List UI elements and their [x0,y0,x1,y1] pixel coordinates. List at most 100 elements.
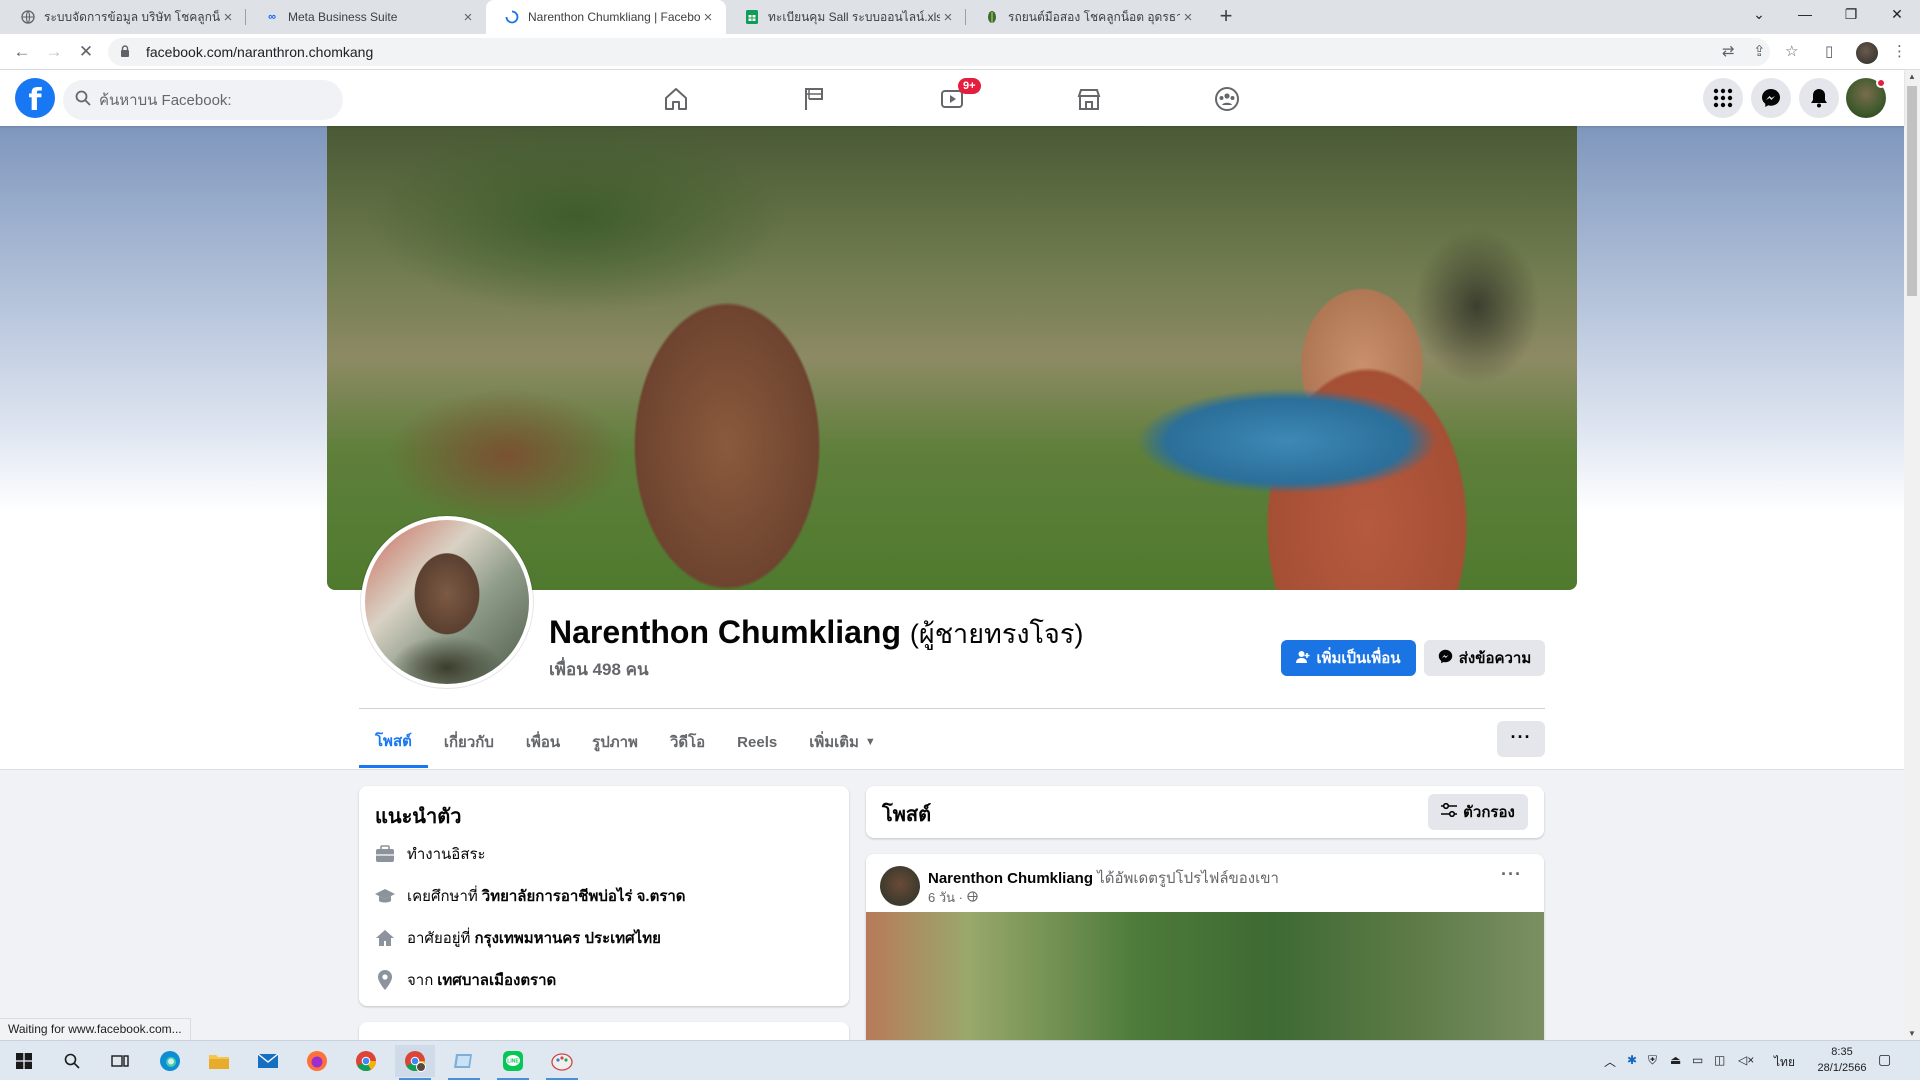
display-icon[interactable]: ▭ [1692,1053,1703,1067]
search-icon[interactable] [52,1045,92,1077]
post-author[interactable]: Narenthon Chumkliang [928,870,1093,887]
intro-item-text: จาก [407,972,434,989]
input-language[interactable]: ไทย [1774,1053,1795,1072]
browser-tab-2[interactable]: ∞ Meta Business Suite × [246,0,486,34]
browser-tab-1[interactable]: ระบบจัดการข้อมูล บริษัท โชคลูกน็อต × [2,0,246,34]
forward-icon[interactable]: → [42,40,66,64]
side-panel-icon[interactable]: ▯ [1825,42,1833,60]
tab-posts[interactable]: โพสต์ [359,716,428,768]
tab-about[interactable]: เกี่ยวกับ [428,716,510,768]
add-friend-button[interactable]: เพิ่มเป็นเพื่อน [1281,640,1416,676]
intro-item-text: เคยศึกษาที่ [407,888,478,905]
cover-photo[interactable] [327,126,1577,590]
post-options-button[interactable]: ··· [1501,864,1522,885]
nav-pages[interactable] [758,78,870,120]
filter-label: ตัวกรอง [1463,804,1515,821]
notifications-button[interactable] [1799,78,1839,118]
post-header: Narenthon Chumkliang ได้อัพเดตรูปโปรไฟล์… [928,866,1279,890]
restore-button[interactable]: ❐ [1828,0,1874,30]
tab-title: ระบบจัดการข้อมูล บริษัท โชคลูกน็อต [44,9,220,24]
browser-tab-3-active[interactable]: Narenthon Chumkliang | Facebook × [486,0,726,34]
chrome-profile-icon[interactable] [395,1045,435,1080]
scroll-down-arrow-icon[interactable]: ▼ [1908,1029,1916,1038]
bookmark-star-icon[interactable]: ☆ [1785,42,1798,60]
profile-more-options-button[interactable]: ··· [1497,721,1545,757]
post-action: ได้อัพเดตรูปโปรไฟล์ของเขา [1097,870,1279,887]
browser-tab-4[interactable]: ทะเบียนคุม Sall ระบบออนไลน์.xlsx - G × [726,0,966,34]
notification-dot [1876,78,1886,88]
windows-start-icon[interactable] [4,1045,44,1077]
tab-title: Narenthon Chumkliang | Facebook [528,10,700,24]
post-time[interactable]: 6 วัน · [928,890,963,905]
post-author-avatar[interactable] [880,866,920,906]
tab-title: ทะเบียนคุม Sall ระบบออนไลน์.xlsx - G [768,9,940,24]
share-icon[interactable]: ⇪ [1753,42,1766,60]
close-tab-icon[interactable]: × [460,9,476,26]
intro-item-link[interactable]: วิทยาลัยการอาชีพบ่อไร่ จ.ตราด [482,884,686,908]
close-tab-icon[interactable]: × [1180,9,1196,26]
intro-item-link[interactable]: เทศบาลเมืองตราด [437,968,556,992]
minimize-button[interactable]: — [1782,0,1828,30]
browser-profile-avatar[interactable] [1856,42,1878,64]
filter-button[interactable]: ตัวกรอง [1428,794,1528,830]
search-input[interactable] [99,91,319,109]
security-icon[interactable]: ⛨ [1648,1053,1657,1068]
back-icon[interactable]: ← [10,40,34,64]
intro-item-education: เคยศึกษาที่ วิทยาลัยการอาชีพบ่อไร่ จ.ตรา… [375,884,686,908]
facebook-logo[interactable]: f [15,78,55,118]
notification-center-icon[interactable]: ▢ [1878,1051,1891,1068]
bluetooth-icon[interactable]: ✱ [1627,1053,1637,1067]
scroll-up-arrow-icon[interactable]: ▲ [1908,72,1916,81]
line-icon[interactable]: LINE [493,1045,533,1080]
edge-icon[interactable] [150,1045,190,1077]
network-icon[interactable]: ◫ [1714,1053,1725,1067]
tab-reels[interactable]: Reels [721,716,793,768]
close-tab-icon[interactable]: × [700,9,716,26]
facebook-search[interactable] [63,80,343,120]
usb-icon[interactable]: ⏏ [1670,1053,1681,1067]
file-explorer-icon[interactable] [199,1045,239,1077]
nav-home[interactable] [620,78,732,120]
messenger-button[interactable] [1751,78,1791,118]
facebook-top-bar: f 9+ [0,70,1904,126]
tab-friends[interactable]: เพื่อน [510,716,576,768]
browser-menu-icon[interactable]: ⋮ [1892,42,1907,60]
intro-item-work: ทำงานอิสระ [375,842,486,866]
tab-more[interactable]: เพิ่มเติม ▼ [793,716,892,768]
paint-icon[interactable] [542,1045,582,1080]
firefox-icon[interactable] [297,1045,337,1077]
translate-icon[interactable]: ⇄ [1722,42,1735,60]
nav-groups[interactable] [1171,78,1283,120]
taskbar-clock[interactable]: 8:35 28/1/2566 [1812,1044,1872,1076]
page-scrollbar[interactable]: ▲ ▼ [1904,70,1920,1040]
app-window-icon[interactable] [444,1045,484,1080]
intro-item-link[interactable]: กรุงเทพมหานคร ประเทศไทย [474,926,660,950]
add-friend-icon [1296,650,1310,667]
nav-watch[interactable]: 9+ [896,78,1008,120]
home-icon [665,88,687,110]
browser-tab-5[interactable]: รถยนต์มือสอง โชคลูกน็อต อุดรธานี × [966,0,1206,34]
tab-videos[interactable]: วิดีโอ [654,716,721,768]
tab-search-icon[interactable]: ⌄ [1736,0,1782,30]
menu-button[interactable] [1703,78,1743,118]
close-tab-icon[interactable]: × [220,9,236,26]
stop-loading-icon[interactable]: ✕ [74,40,98,64]
chrome-icon[interactable] [346,1045,386,1077]
volume-icon[interactable]: ◁× [1738,1053,1754,1067]
address-bar[interactable]: facebook.com/naranthron.chomkang [108,38,1770,66]
mail-icon[interactable] [248,1045,288,1077]
message-button[interactable]: ส่งข้อความ [1424,640,1545,676]
new-tab-button[interactable]: + [1213,4,1239,30]
nav-marketplace[interactable] [1033,78,1145,120]
task-view-icon[interactable] [100,1045,140,1077]
tab-photos[interactable]: รูปภาพ [576,716,654,768]
close-tab-icon[interactable]: × [940,9,956,26]
tab-title: Meta Business Suite [288,10,398,24]
profile-name-text: Narenthon Chumkliang [549,614,902,650]
lock-icon[interactable] [120,44,136,60]
friends-count[interactable]: เพื่อน 498 คน [549,656,649,683]
profile-name: Narenthon Chumkliang (ผู้ชายทรงโจร) [549,612,1083,655]
tray-overflow-icon[interactable]: ︿ [1604,1053,1616,1070]
scrollbar-thumb[interactable] [1907,86,1917,296]
close-window-button[interactable]: ✕ [1874,0,1920,30]
